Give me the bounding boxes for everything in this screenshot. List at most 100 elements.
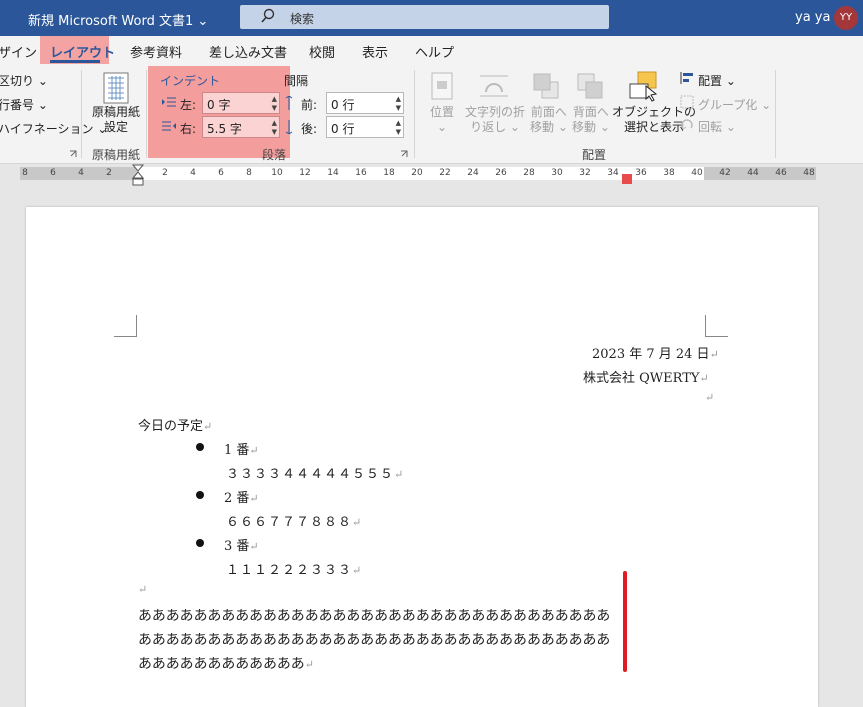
indent-title: インデント bbox=[160, 74, 221, 88]
ruler-tick: 10 bbox=[271, 168, 283, 178]
date-text: 2023 年 7 月 24 日 bbox=[592, 347, 710, 362]
bring-forward-icon bbox=[533, 73, 559, 99]
ruler-tick: 38 bbox=[663, 168, 675, 178]
ruler-tick: 14 bbox=[327, 168, 339, 178]
search-box[interactable]: 検索 bbox=[240, 5, 609, 29]
line-numbers-button[interactable]: 行番号 ⌄ bbox=[0, 96, 48, 113]
list-item[interactable]: 2 番↵ bbox=[224, 487, 259, 506]
indent-marker-icon[interactable] bbox=[132, 164, 144, 188]
bring-forward-button[interactable]: 前面へ 移動 ⌄ bbox=[530, 105, 568, 135]
body-line[interactable]: ああああああああああああああああああああああああああああああああああ bbox=[138, 629, 610, 649]
indent-left-label: 左: bbox=[180, 98, 197, 112]
heading-line[interactable]: 今日の予定↵ bbox=[138, 415, 212, 434]
rotate-button[interactable]: 回転 ⌄ bbox=[698, 118, 736, 135]
group-icon bbox=[680, 95, 694, 109]
ruler-tick: 32 bbox=[579, 168, 591, 178]
indent-left-value: 0 字 bbox=[207, 98, 231, 112]
tab-view[interactable]: 表示 bbox=[362, 42, 388, 61]
item-detail: ６６６７７７８８８ bbox=[226, 515, 353, 530]
date-line[interactable]: 2023 年 7 月 24 日↵ bbox=[592, 343, 719, 362]
dialog-launcher-icon[interactable] bbox=[69, 150, 77, 158]
list-item-detail[interactable]: ６６６７７７８８８↵ bbox=[226, 511, 362, 530]
ruler-tick: 12 bbox=[299, 168, 311, 178]
wrap-text-button[interactable]: 文字列の折 り返し ⌄ bbox=[465, 105, 525, 135]
paragraph-mark: ↵ bbox=[138, 583, 148, 596]
spin-up-icon[interactable]: ▲ bbox=[272, 95, 277, 103]
item-detail: １１１２２２３３３ bbox=[226, 563, 353, 578]
send-backward-button[interactable]: 背面へ 移動 ⌄ bbox=[572, 105, 610, 135]
spacing-before-value: 0 行 bbox=[331, 98, 355, 112]
user-name[interactable]: ya ya bbox=[795, 10, 830, 25]
spin-down-icon[interactable]: ▼ bbox=[396, 128, 401, 136]
list-item-detail[interactable]: １１１２２２３３３↵ bbox=[226, 559, 362, 578]
tab-design[interactable]: ザイン bbox=[0, 42, 37, 61]
window-title: 新規 Microsoft Word 文書1 ⌄ bbox=[28, 14, 209, 29]
position-icon bbox=[431, 72, 453, 100]
paragraph-mark: ↵ bbox=[394, 468, 405, 481]
spin-up-icon[interactable]: ▲ bbox=[396, 119, 401, 127]
ruler-tick: 6 bbox=[218, 168, 224, 178]
indent-right-input[interactable]: 5.5 字 ▲ ▼ bbox=[202, 116, 280, 138]
spacing-after-input[interactable]: 0 行 ▲ ▼ bbox=[326, 116, 404, 138]
tab-references[interactable]: 参考資料 bbox=[130, 42, 182, 61]
rotate-icon bbox=[680, 119, 693, 130]
list-item[interactable]: 1 番↵ bbox=[224, 439, 259, 458]
tab-help[interactable]: ヘルプ bbox=[415, 42, 454, 61]
dialog-launcher-icon[interactable] bbox=[400, 150, 408, 158]
spin-up-icon[interactable]: ▲ bbox=[396, 95, 401, 103]
item-title: 2 番 bbox=[224, 491, 250, 506]
ruler-tick: 20 bbox=[411, 168, 423, 178]
paragraph-mark: ↵ bbox=[203, 420, 213, 433]
company-line[interactable]: 株式会社 QWERTY↵ bbox=[583, 367, 709, 386]
separator bbox=[414, 70, 415, 158]
paragraph-mark: ↵ bbox=[249, 444, 259, 457]
tab-mailings[interactable]: 差し込み文書 bbox=[209, 42, 287, 61]
ruler-tick: 4 bbox=[78, 168, 84, 178]
spacing-after-icon bbox=[285, 120, 293, 134]
ruler-tick: 44 bbox=[747, 168, 759, 178]
avatar[interactable]: YY bbox=[834, 6, 858, 30]
spin-down-icon[interactable]: ▼ bbox=[272, 128, 277, 136]
separator bbox=[81, 70, 82, 158]
item-title: 1 番 bbox=[224, 443, 250, 458]
ruler-tick: 40 bbox=[691, 168, 703, 178]
spacing-before-input[interactable]: 0 行 ▲ ▼ bbox=[326, 92, 404, 114]
wrap-text-icon bbox=[480, 75, 508, 97]
align-icon bbox=[680, 72, 693, 84]
tab-review[interactable]: 校閲 bbox=[309, 42, 335, 61]
breaks-button[interactable]: 区切り ⌄ bbox=[0, 72, 48, 89]
ruler-tick: 4 bbox=[190, 168, 196, 178]
group-label-paragraph: 段落 bbox=[262, 148, 287, 162]
spacing-title: 間隔 bbox=[284, 74, 309, 88]
bullet-icon bbox=[196, 491, 204, 499]
body-line-last[interactable]: ああああああああああああ↵ bbox=[138, 653, 314, 673]
group-button[interactable]: グループ化 ⌄ bbox=[698, 96, 771, 113]
manuscript-setup-button[interactable]: 原稿用紙 設定 bbox=[92, 105, 140, 135]
margin-corner bbox=[114, 315, 137, 337]
manuscript-paper-icon bbox=[103, 72, 129, 104]
ruler-tick: 2 bbox=[162, 168, 168, 178]
indent-left-input[interactable]: 0 字 ▲ ▼ bbox=[202, 92, 280, 114]
right-indent-marker-icon[interactable] bbox=[622, 174, 632, 184]
spin-down-icon[interactable]: ▼ bbox=[272, 104, 277, 112]
paragraph-mark: ↵ bbox=[709, 348, 719, 361]
horizontal-ruler[interactable]: 8 6 4 2 2 4 6 8 10 12 14 16 18 20 22 24 … bbox=[0, 165, 863, 181]
company-text: 株式会社 QWERTY bbox=[583, 371, 700, 386]
paragraph-mark: ↵ bbox=[249, 492, 259, 505]
spin-up-icon[interactable]: ▲ bbox=[272, 119, 277, 127]
title-bar: 新規 Microsoft Word 文書1 ⌄ 検索 ya ya YY bbox=[0, 0, 863, 36]
list-item-detail[interactable]: ３３３３４４４４４５５５↵ bbox=[226, 463, 404, 482]
tab-layout[interactable]: レイアウト bbox=[50, 42, 115, 61]
paragraph-mark: ↵ bbox=[249, 540, 259, 553]
list-item[interactable]: 3 番↵ bbox=[224, 535, 259, 554]
body-text: ああああああああああああ bbox=[138, 656, 305, 672]
align-button[interactable]: 配置 ⌄ bbox=[698, 72, 736, 89]
indent-left-icon bbox=[162, 97, 176, 107]
ruler-tick: 22 bbox=[439, 168, 451, 178]
ruler-tick: 34 bbox=[607, 168, 619, 178]
spin-down-icon[interactable]: ▼ bbox=[396, 104, 401, 112]
ruler-tick: 26 bbox=[495, 168, 507, 178]
position-button[interactable]: 位置 ⌄ bbox=[430, 105, 454, 135]
indent-right-value: 5.5 字 bbox=[207, 122, 242, 136]
body-line[interactable]: ああああああああああああああああああああああああああああああああああ bbox=[138, 605, 610, 625]
